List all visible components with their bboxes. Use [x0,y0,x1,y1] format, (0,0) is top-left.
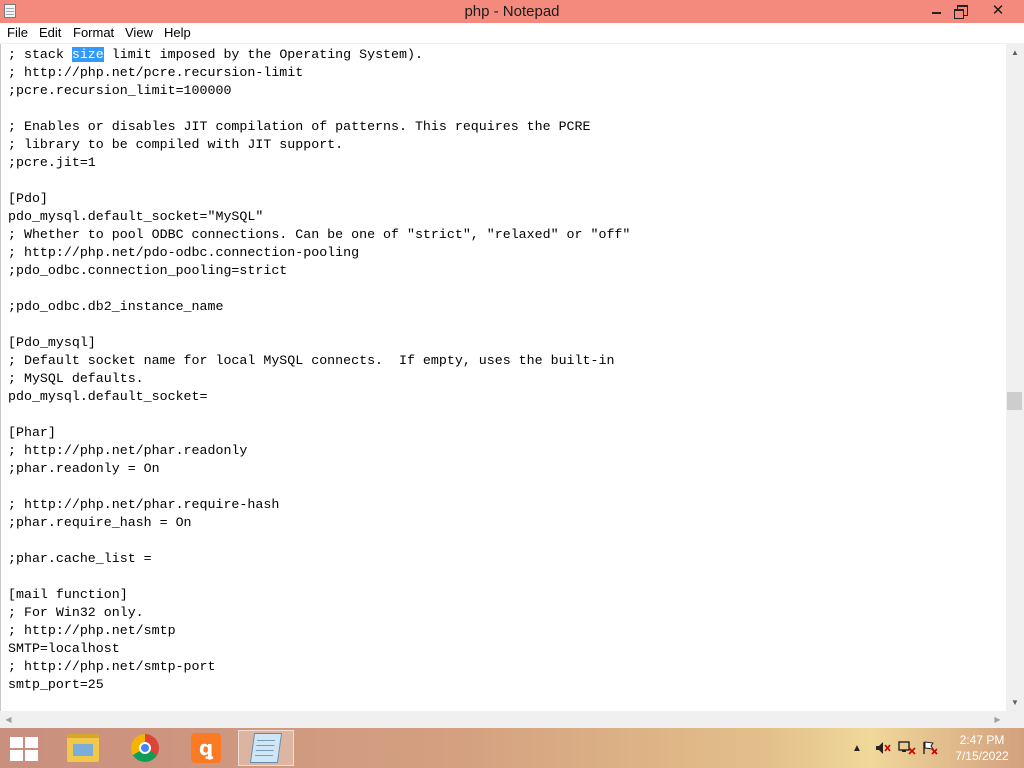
editor-line: ;pdo_odbc.connection_pooling=strict [8,263,288,278]
menu-file[interactable]: File [7,25,28,40]
editor-line: ; http://php.net/smtp-port [8,659,216,674]
editor-line: ; http://php.net/smtp [8,623,176,638]
editor-line: ; http://php.net/pcre.recursion-limit [8,65,304,80]
editor-line: ; Whether to pool ODBC connections. Can … [8,227,631,242]
show-hidden-icons-button[interactable]: ▲ [852,739,862,757]
scrollbar-corner [1006,711,1024,728]
restore-icon [953,4,968,19]
editor-line: ;pdo_odbc.db2_instance_name [8,299,224,314]
action-center-icon[interactable] [922,739,938,757]
speaker-icon [876,742,891,754]
editor-text[interactable]: ; stack size limit imposed by the Operat… [8,46,630,694]
windows-logo-pane [25,737,38,748]
windows-logo-icon [10,737,23,748]
notepad-icon [249,733,283,763]
editor-line: ; Default socket name for local MySQL co… [8,353,615,368]
menu-help[interactable]: Help [164,25,191,40]
editor-line: ; MySQL defaults. [8,371,144,386]
menu-edit[interactable]: Edit [39,25,61,40]
flag-icon [923,741,938,755]
chevron-up-icon: ▲ [852,742,862,754]
editor-line: ; http://php.net/pdo-odbc.connection-poo… [8,245,360,260]
taskbar-xampp[interactable]: ꝗ [178,730,234,766]
selected-text: size [71,47,104,62]
chrome-icon [131,734,159,762]
horizontal-scrollbar[interactable]: ◀ ▶ [0,711,1006,728]
menu-view[interactable]: View [125,25,153,40]
xampp-icon: ꝗ [191,733,221,763]
editor-line: ; For Win32 only. [8,605,144,620]
minimize-icon [931,12,941,14]
editor-line: [mail function] [8,587,128,602]
scroll-left-button[interactable]: ◀ [0,711,17,728]
chevron-left-icon: ◀ [5,715,12,724]
editor-line: ; http://php.net/phar.require-hash [8,497,280,512]
volume-muted-icon[interactable] [875,739,891,757]
chevron-right-icon: ▶ [994,715,1001,724]
editor-line: ; Enables or disables JIT compilation of… [8,119,591,134]
text-editor-area[interactable]: ; stack size limit imposed by the Operat… [0,44,1007,711]
window-title: php - Notepad [464,3,560,20]
taskbar-chrome[interactable] [117,730,173,766]
taskbar-file-explorer[interactable] [55,730,111,766]
chevron-down-icon: ▼ [1011,698,1019,707]
vertical-scroll-thumb[interactable] [1007,392,1022,410]
editor-line: smtp_port=25 [8,677,104,692]
chevron-up-icon: ▲ [1011,48,1019,57]
network-disconnected-icon [898,741,916,755]
start-button[interactable] [8,736,38,761]
editor-line: ;pcre.jit=1 [8,155,96,170]
folder-icon [67,734,99,762]
editor-line: [Pdo_mysql] [8,335,96,350]
editor-line: pdo_mysql.default_socket= [8,389,208,404]
menu-format[interactable]: Format [73,25,114,40]
close-icon: ✕ [991,2,1005,19]
editor-line: ;pcre.recursion_limit=100000 [8,83,232,98]
editor-line: SMTP=localhost [8,641,120,656]
editor-line: ; http://php.net/phar.readonly [8,443,248,458]
clock-time: 2:47 PM [959,733,1005,747]
system-clock[interactable]: 2:47 PM 7/15/2022 [948,732,1016,764]
scroll-right-button[interactable]: ▶ [989,711,1006,728]
taskbar-notepad[interactable] [238,730,294,766]
editor-line: ; library to be compiled with JIT suppor… [8,137,344,152]
taskbar: ꝗ ▲ 2:47 PM 7/15/2022 [0,728,1024,768]
scroll-down-button[interactable]: ▼ [1006,694,1024,711]
windows-logo-pane [10,750,23,761]
editor-line: [Phar] [8,425,56,440]
clock-date: 7/15/2022 [955,749,1009,763]
restore-button[interactable] [947,0,977,20]
editor-line: pdo_mysql.default_socket="MySQL" [8,209,264,224]
editor-line: ;phar.readonly = On [8,461,160,476]
windows-logo-pane [25,750,38,761]
scroll-up-button[interactable]: ▲ [1006,44,1024,61]
network-icon[interactable] [898,739,916,757]
editor-line: ;phar.cache_list = [8,551,152,566]
editor-line: ;phar.require_hash = On [8,515,192,530]
editor-line: [Pdo] [8,191,48,206]
menu-bar: File Edit Format View Help [0,23,1024,44]
close-button[interactable]: ✕ [978,0,1018,20]
editor-line: ; stack size limit imposed by the Operat… [8,47,423,62]
title-bar[interactable]: php - Notepad ✕ [0,0,1024,23]
vertical-scrollbar[interactable]: ▲ ▼ [1006,44,1024,711]
